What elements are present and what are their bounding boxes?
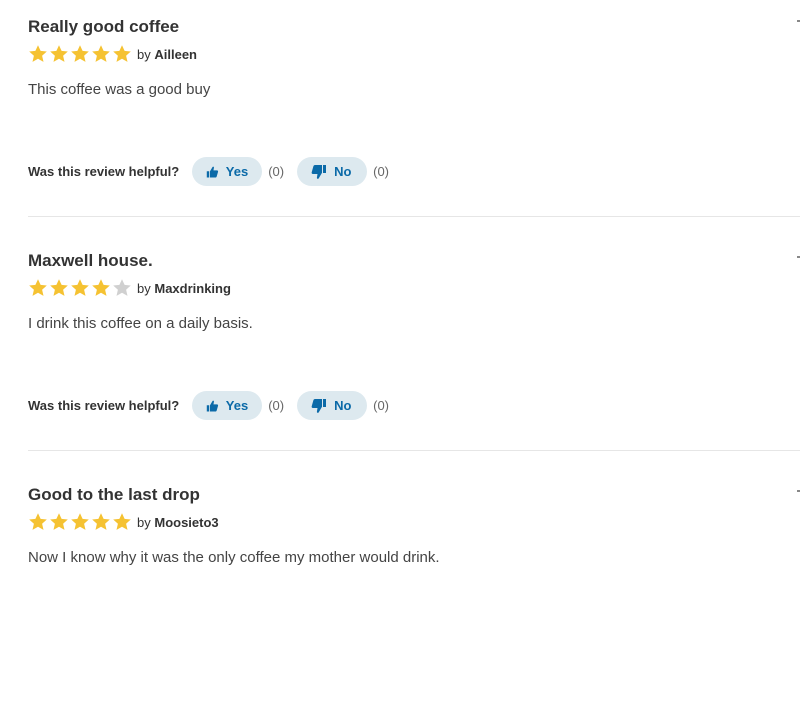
by-prefix: by	[137, 280, 151, 296]
no-count: (0)	[373, 398, 389, 413]
star-rating	[28, 44, 133, 64]
review-author: Maxdrinking	[154, 280, 231, 296]
thumbs-down-icon	[311, 398, 327, 413]
review-title: Really good coffee	[28, 17, 180, 36]
no-count: (0)	[373, 164, 389, 179]
review-card: Really good coffee by Ailleen This coffe…	[28, 0, 800, 234]
thumbs-up-icon	[207, 400, 219, 412]
star-icon	[29, 279, 47, 296]
yes-count: (0)	[268, 398, 285, 413]
review-byline: by Ailleen	[137, 47, 197, 62]
star-rating	[28, 278, 133, 298]
helpful-vote-row: Was this review helpful? Yes (0) No (0)	[28, 157, 402, 186]
review-divider	[28, 450, 800, 451]
review-title: Good to the last drop	[28, 485, 200, 504]
review-body: This coffee was a good buy	[28, 81, 211, 98]
star-icon	[50, 513, 68, 530]
star-icon	[71, 45, 89, 62]
rating-row: by Moosieto3	[28, 512, 219, 532]
helpful-yes-button[interactable]: Yes	[192, 391, 263, 420]
thumbs-down-icon	[311, 164, 327, 179]
rating-row: by Maxdrinking	[28, 278, 231, 298]
yes-label: Yes	[225, 398, 249, 413]
helpful-no-button[interactable]: No	[297, 391, 368, 420]
yes-count: (0)	[268, 164, 285, 179]
star-icon	[50, 279, 68, 296]
star-icon	[92, 513, 110, 530]
review-author: Moosieto3	[154, 514, 219, 530]
thumbs-up-icon	[207, 166, 219, 178]
helpful-vote-row: Was this review helpful? Yes (0) No (0)	[28, 391, 402, 420]
by-prefix: by	[137, 514, 151, 530]
review-body: I drink this coffee on a daily basis.	[28, 315, 253, 332]
helpful-yes-button[interactable]: Yes	[192, 157, 263, 186]
yes-label: Yes	[225, 164, 249, 179]
star-icon	[29, 45, 47, 62]
review-byline: by Moosieto3	[137, 515, 219, 530]
review-divider	[28, 216, 800, 217]
helpful-no-button[interactable]: No	[297, 157, 368, 186]
review-body: Now I know why it was the only coffee my…	[28, 549, 440, 566]
review-card: Good to the last drop by Moosieto3 Now I…	[28, 468, 800, 702]
star-icon	[113, 45, 131, 62]
helpful-label: Was this review helpful?	[28, 164, 180, 179]
review-author: Ailleen	[154, 46, 197, 62]
rating-row: by Ailleen	[28, 44, 197, 64]
star-icon	[92, 45, 110, 62]
star-icon	[50, 45, 68, 62]
no-label: No	[334, 164, 352, 179]
star-icon	[29, 513, 47, 530]
helpful-label: Was this review helpful?	[28, 398, 180, 413]
star-icon	[113, 279, 131, 296]
by-prefix: by	[137, 46, 151, 62]
no-label: No	[334, 398, 352, 413]
star-rating	[28, 512, 133, 532]
review-title: Maxwell house.	[28, 251, 153, 270]
star-icon	[71, 513, 89, 530]
star-icon	[71, 279, 89, 296]
review-byline: by Maxdrinking	[137, 281, 231, 296]
star-icon	[113, 513, 131, 530]
star-icon	[92, 279, 110, 296]
review-card: Maxwell house. by Maxdrinking I drink th…	[28, 234, 800, 468]
